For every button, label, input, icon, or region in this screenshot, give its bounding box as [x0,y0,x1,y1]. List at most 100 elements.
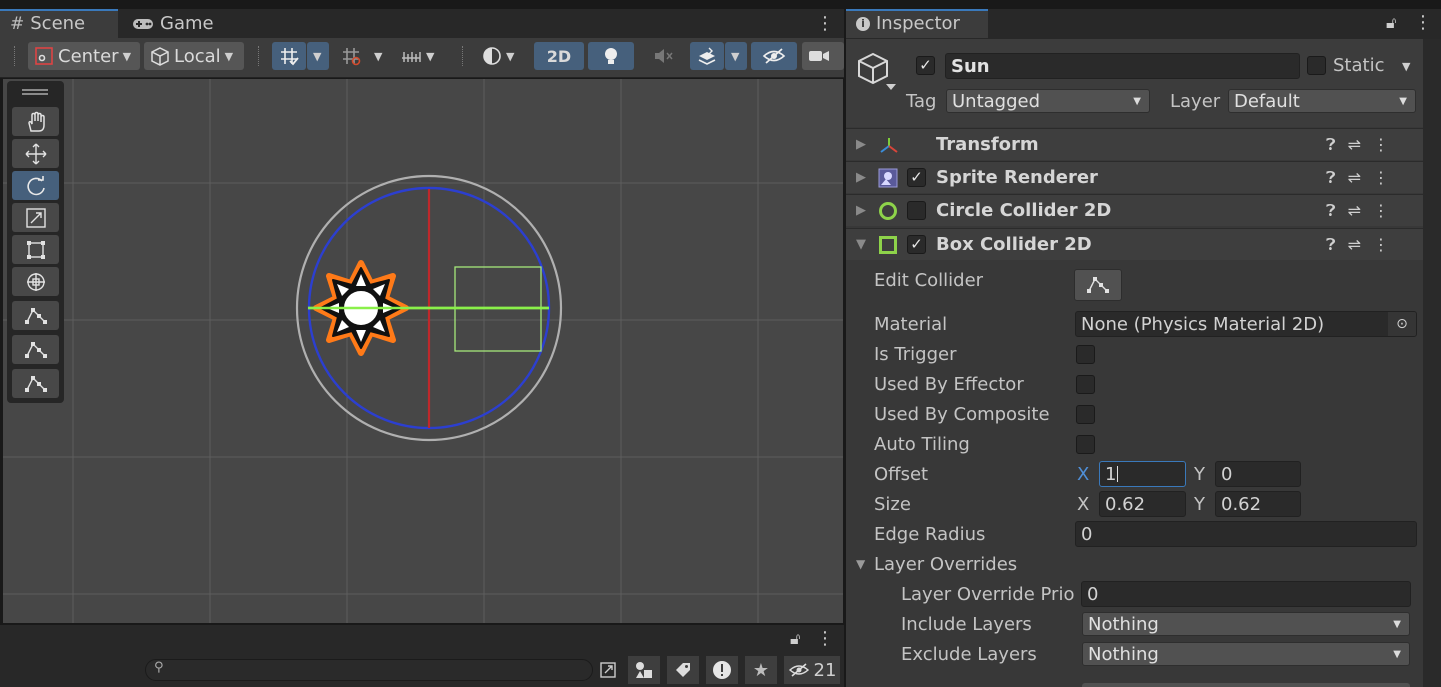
edit-collider-tool-button[interactable] [12,301,59,330]
edit-collider-tool-button[interactable] [12,335,59,364]
scale-tool-button[interactable] [12,203,59,232]
tab-scene[interactable]: # Scene [0,9,118,38]
scene-tab-bar: # Scene Game ⋮ [0,9,844,38]
used-by-effector-checkbox[interactable] [1076,375,1095,394]
object-picker-icon[interactable]: ⊙ [1388,312,1416,336]
chevron-down-icon: ▼ [1399,96,1407,107]
cube-icon [151,47,169,66]
tab-game[interactable]: Game [122,9,232,38]
offset-x-axis-label[interactable]: X [1077,464,1089,485]
edge-radius-field[interactable]: 0 [1075,521,1417,547]
next-field-partial[interactable] [1082,683,1410,687]
lighting-toggle[interactable] [588,42,634,70]
camera-dropdown[interactable] [802,42,844,70]
presets-icon[interactable]: ⇌ [1348,235,1361,255]
help-icon[interactable]: ❓︎ [1326,235,1336,255]
audio-toggle[interactable] [640,42,686,70]
component-circle-collider[interactable]: ▶ Circle Collider 2D ❓︎ ⇌ ⋮ [846,194,1423,226]
size-y-field[interactable]: 0.62 [1215,491,1301,517]
pivot-mode-dropdown[interactable]: Center ▼ [28,42,140,70]
more-icon[interactable]: ⋮ [1414,12,1432,33]
fold-arrow-icon[interactable]: ▶ [856,137,866,152]
mode-2d-toggle[interactable]: 2D [534,42,584,70]
component-box-collider[interactable]: ▼ Box Collider 2D ❓︎ ⇌ ⋮ [846,228,1423,260]
size-x-field[interactable]: 0.62 [1099,491,1186,517]
static-dropdown-icon[interactable]: ▼ [1402,60,1410,73]
lock-icon[interactable]: 🔓︎ [1386,13,1396,33]
filter-by-label-button[interactable] [667,656,699,684]
lock-icon[interactable]: 🔓︎ [790,629,800,649]
component-sprite-renderer[interactable]: ▶ Sprite Renderer ❓︎ ⇌ ⋮ [846,161,1423,193]
tag-value: Untagged [952,90,1041,112]
pivot-rotation-dropdown[interactable]: Local ▼ [144,42,244,70]
increment-snap-button[interactable]: ▼ [394,42,446,70]
static-checkbox[interactable] [1307,56,1326,75]
fold-arrow-icon[interactable]: ▶ [856,203,866,218]
is-trigger-checkbox[interactable] [1076,345,1095,364]
drag-handle[interactable] [22,89,48,95]
search-input[interactable]: ⚲ [145,659,593,681]
layer-override-priority-field[interactable]: 0 [1081,581,1411,607]
scene-visibility-toggle[interactable] [751,42,797,70]
sprite-renderer-enabled-checkbox[interactable] [907,168,926,187]
open-in-window-button[interactable] [592,656,624,684]
edit-collider-label: Edit Collider [874,270,984,291]
object-name-field[interactable]: Sun [945,53,1300,79]
console-errors-button[interactable] [706,656,738,684]
size-x-axis-label[interactable]: X [1077,494,1089,515]
more-icon[interactable]: ⋮ [816,628,834,649]
favorites-button[interactable]: ★ [745,656,777,684]
transform-tool-button[interactable] [12,267,59,296]
rect-transform-icon [26,240,45,259]
fold-arrow-icon[interactable]: ▶ [856,170,866,185]
more-icon[interactable]: ⋮ [1373,201,1389,221]
box-collider-enabled-checkbox[interactable] [907,235,926,254]
fold-arrow-expanded-icon[interactable]: ▼ [856,557,865,571]
active-checkbox[interactable] [916,56,935,75]
hidden-packages-button[interactable]: 21 [784,656,840,684]
size-y-axis-label[interactable]: Y [1194,494,1205,515]
rect-tool-button[interactable] [12,235,59,264]
fold-arrow-expanded-icon[interactable]: ▼ [856,237,866,252]
scene-viewport[interactable] [3,79,843,623]
grid-visibility-dropdown[interactable]: ▼ [368,42,390,70]
grid-visibility-button[interactable] [334,42,368,70]
help-icon[interactable]: ❓︎ [1326,168,1336,188]
offset-y-field[interactable]: 0 [1215,461,1301,487]
layer-overrides-label[interactable]: Layer Overrides [874,554,1017,575]
tag-dropdown[interactable]: Untagged ▼ [946,89,1150,113]
presets-icon[interactable]: ⇌ [1348,168,1361,188]
material-field[interactable]: None (Physics Material 2D) ⊙ [1075,311,1417,337]
tab-inspector[interactable]: i Inspector [846,9,988,38]
component-transform[interactable]: ▶ Transform ❓︎ ⇌ ⋮ [846,128,1423,160]
used-by-composite-checkbox[interactable] [1076,405,1095,424]
inspector-scrollbar[interactable] [1423,39,1441,687]
help-icon[interactable]: ❓︎ [1326,201,1336,221]
grid-snapping-dropdown[interactable]: ▼ [307,42,329,70]
exclude-layers-dropdown[interactable]: Nothing ▼ [1082,642,1410,666]
rotate-tool-button[interactable] [12,171,59,200]
effects-button[interactable] [690,42,724,70]
draw-mode-dropdown[interactable]: ▼ [476,42,528,70]
hand-tool-button[interactable] [12,107,59,136]
layer-dropdown[interactable]: Default ▼ [1228,89,1416,113]
more-icon[interactable]: ⋮ [1373,235,1389,255]
edit-collider-tool-button[interactable] [12,369,59,398]
edit-collider-button[interactable] [1074,269,1122,301]
presets-icon[interactable]: ⇌ [1348,135,1361,155]
grid-snapping-button[interactable] [272,42,306,70]
effects-dropdown[interactable]: ▼ [725,42,747,70]
move-tool-button[interactable] [12,139,59,168]
offset-x-field[interactable]: 1 [1099,461,1186,487]
circle-collider-enabled-checkbox[interactable] [907,201,926,220]
auto-tiling-checkbox[interactable] [1076,435,1095,454]
more-icon[interactable]: ⋮ [816,13,834,34]
offset-y-axis-label[interactable]: Y [1194,464,1205,485]
gameobject-cube-icon[interactable] [855,50,899,94]
more-icon[interactable]: ⋮ [1373,135,1389,155]
include-layers-dropdown[interactable]: Nothing ▼ [1082,612,1410,636]
more-icon[interactable]: ⋮ [1373,168,1389,188]
presets-icon[interactable]: ⇌ [1348,201,1361,221]
filter-by-type-button[interactable] [628,656,660,684]
help-icon[interactable]: ❓︎ [1326,135,1336,155]
